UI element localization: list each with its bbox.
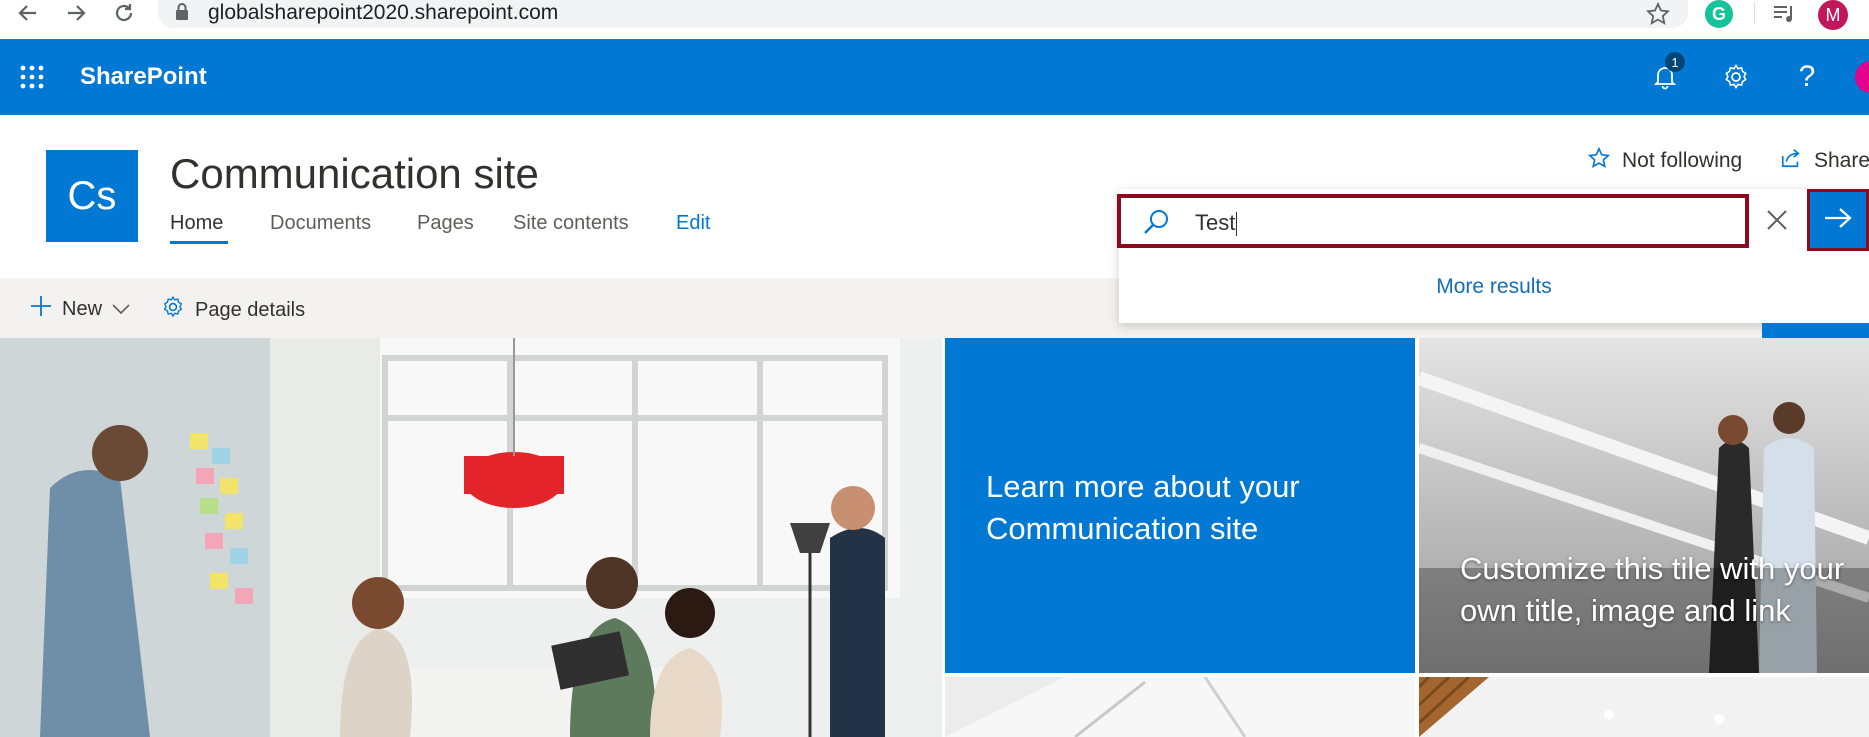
hero-tile-learn-more-title: Learn more about your Communication site [986, 469, 1300, 546]
chevron-down-icon [112, 298, 130, 321]
notification-badge: 1 [1665, 52, 1685, 72]
site-title[interactable]: Communication site [170, 150, 539, 198]
plus-icon [30, 295, 52, 323]
profile-avatar[interactable]: M [1818, 0, 1848, 30]
site-logo[interactable]: Cs [46, 150, 138, 242]
hero-tile-ceiling-right[interactable] [1419, 677, 1869, 737]
media-icon[interactable] [1770, 0, 1798, 28]
grammarly-icon[interactable]: G [1705, 0, 1733, 28]
toolbar-divider [1754, 2, 1755, 24]
hero-image-meeting[interactable] [0, 338, 942, 737]
share-label: Share [1814, 149, 1869, 172]
follow-label: Not following [1622, 149, 1743, 172]
page-details-button[interactable]: Page details [161, 295, 305, 325]
nav-site-contents[interactable]: Site contents [513, 212, 629, 235]
url-text[interactable]: globalsharepoint2020.sharepoint.com [208, 1, 558, 25]
nav-active-indicator [170, 241, 228, 244]
arrow-right-icon [1823, 206, 1853, 235]
app-launcher-icon[interactable] [12, 57, 52, 97]
hero-tile-customize-title: Customize this tile with your own title,… [1460, 551, 1845, 628]
search-submit-button[interactable] [1807, 189, 1869, 251]
back-icon[interactable] [12, 0, 44, 26]
text-cursor [1236, 212, 1238, 237]
brand-name[interactable]: SharePoint [80, 63, 207, 91]
nav-documents[interactable]: Documents [270, 212, 371, 235]
close-icon [1766, 209, 1788, 236]
search-icon [1142, 208, 1170, 241]
reload-icon[interactable] [108, 0, 140, 26]
settings-gear-icon[interactable] [1716, 57, 1756, 97]
page-details-label: Page details [195, 298, 306, 321]
new-label: New [62, 297, 103, 320]
follow-button[interactable]: Not following [1587, 146, 1743, 175]
star-icon [1587, 146, 1611, 175]
hero-tile-ceiling-left[interactable] [945, 677, 1415, 737]
nav-edit[interactable]: Edit [676, 212, 710, 235]
clear-search-button[interactable] [1760, 202, 1794, 242]
forward-icon[interactable] [60, 0, 92, 26]
lock-icon [174, 2, 190, 27]
more-results-link[interactable]: More results [1119, 275, 1869, 299]
nav-pages[interactable]: Pages [417, 212, 474, 235]
share-button[interactable]: Share [1780, 147, 1869, 175]
new-button[interactable]: New [30, 295, 130, 323]
partially-hidden-button [1762, 323, 1869, 338]
search-query-value: Test [1195, 210, 1236, 235]
suite-bar [0, 39, 1869, 115]
page-details-gear-icon [161, 295, 185, 325]
help-icon[interactable]: ? [1787, 57, 1827, 97]
share-icon [1780, 147, 1802, 175]
bookmark-star-icon[interactable] [1644, 0, 1672, 28]
nav-home[interactable]: Home [170, 212, 223, 235]
search-query-text[interactable]: Test [1195, 210, 1238, 237]
